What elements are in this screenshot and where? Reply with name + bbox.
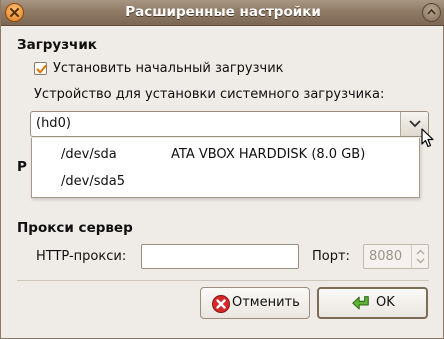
bootloader-section-label: Загрузчик <box>17 37 97 53</box>
bootloader-device-combo[interactable]: (hd0) <box>30 111 429 137</box>
port-label: Порт: <box>312 249 350 264</box>
spin-up-icon[interactable] <box>416 249 425 255</box>
checkmark-icon <box>36 64 47 74</box>
port-spinner[interactable]: 8080 <box>363 244 429 269</box>
http-proxy-label: HTTP-прокси: <box>36 249 127 264</box>
ok-button-label: OK <box>376 295 395 310</box>
cancel-icon <box>212 295 230 313</box>
cancel-button[interactable]: Отменить <box>200 287 310 319</box>
port-value: 8080 <box>369 249 403 264</box>
advanced-settings-dialog: Расширенные настройки Загрузчик Установи… <box>0 0 444 339</box>
mouse-cursor-icon <box>421 128 434 148</box>
port-spinner-buttons[interactable] <box>411 245 428 268</box>
install-bootloader-label: Установить начальный загрузчик <box>53 61 284 76</box>
dropdown-item-device: /dev/sda5 <box>61 174 125 189</box>
bootloader-device-label: Устройство для установки системного загр… <box>34 87 385 102</box>
proxy-section-label: Прокси сервер <box>17 220 133 236</box>
dropdown-item[interactable]: /dev/sda ATA VBOX HARDDISK (8.0 GB) <box>32 141 419 169</box>
install-bootloader-option[interactable]: Установить начальный загрузчик <box>34 61 284 76</box>
dropdown-item-description: ATA VBOX HARDDISK (8.0 GB) <box>171 147 366 162</box>
chevron-down-icon <box>409 120 421 128</box>
obscured-section-label: Р <box>17 159 27 175</box>
title-bar[interactable]: Расширенные настройки <box>1 0 444 26</box>
device-dropdown-list: /dev/sda ATA VBOX HARDDISK (8.0 GB) /dev… <box>31 138 420 198</box>
ok-button[interactable]: OK <box>317 287 428 319</box>
window-title: Расширенные настройки <box>125 4 321 20</box>
cancel-button-label: Отменить <box>232 295 300 310</box>
spin-down-icon[interactable] <box>416 258 425 264</box>
maximize-window-button[interactable] <box>422 3 441 22</box>
dropdown-item-device: /dev/sda <box>61 147 117 162</box>
button-separator <box>17 280 429 281</box>
http-proxy-input[interactable] <box>141 244 299 269</box>
maximize-icon <box>427 8 436 15</box>
bootloader-device-value: (hd0) <box>36 116 71 131</box>
ok-arrow-icon <box>352 296 369 310</box>
install-bootloader-checkbox[interactable] <box>34 62 47 75</box>
dropdown-item[interactable]: /dev/sda5 <box>32 168 419 196</box>
